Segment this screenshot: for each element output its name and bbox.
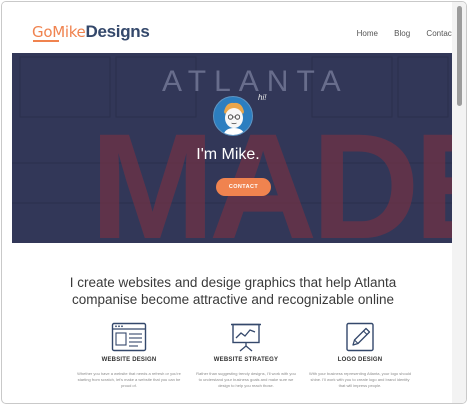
service-title: LOGO DESIGN bbox=[337, 357, 383, 363]
service-description: Rather than suggesting trendy designs, I… bbox=[196, 371, 296, 388]
mike-illustration-icon bbox=[223, 102, 245, 135]
service-website-design: WEBSITE DESIGN Whether you have a websit… bbox=[64, 322, 194, 397]
nav-home[interactable]: Home bbox=[357, 29, 378, 38]
main-nav: Home Blog Contact bbox=[343, 29, 454, 38]
logo-part-designs: Designs bbox=[85, 22, 150, 41]
website-layout-icon bbox=[111, 322, 147, 352]
hero-title: I'm Mike. bbox=[196, 146, 260, 163]
hero-greeting: hi! bbox=[258, 93, 267, 102]
logo-underline bbox=[33, 40, 59, 42]
site-header: GoMikeDesigns Home Blog Contact bbox=[2, 2, 454, 52]
pencil-edit-icon bbox=[346, 322, 374, 352]
presentation-chart-icon bbox=[231, 323, 261, 352]
scrollbar-thumb[interactable] bbox=[457, 6, 462, 106]
service-description: Whether you have a website that needs a … bbox=[77, 371, 181, 388]
browser-frame: GoMikeDesigns Home Blog Contact ATLANTA … bbox=[1, 1, 467, 404]
intro-line-1: I create websites and desige graphics th… bbox=[69, 275, 397, 290]
avatar bbox=[213, 96, 253, 136]
service-title: WEBSITE DESIGN bbox=[101, 357, 157, 363]
service-website-strategy: WEBSITE STRATEGY Rather than suggesting … bbox=[181, 322, 311, 397]
page-scrollbar[interactable] bbox=[452, 2, 466, 403]
service-logo-design: LOGO DESIGN With your business represent… bbox=[295, 322, 425, 397]
nav-blog[interactable]: Blog bbox=[394, 29, 410, 38]
intro-heading: I create websites and desige graphics th… bbox=[37, 274, 429, 308]
intro-line-2: companise become attractive and recogniz… bbox=[72, 292, 394, 307]
site-logo[interactable]: GoMikeDesigns bbox=[32, 22, 150, 42]
logo-part-gomike: GoMike bbox=[32, 23, 86, 41]
nav-contact[interactable]: Contact bbox=[426, 29, 454, 38]
service-title: WEBSITE STRATEGY bbox=[213, 357, 279, 363]
service-description: With your business representing Atlanta,… bbox=[308, 371, 412, 388]
contact-button[interactable]: CONTACT bbox=[216, 178, 271, 196]
